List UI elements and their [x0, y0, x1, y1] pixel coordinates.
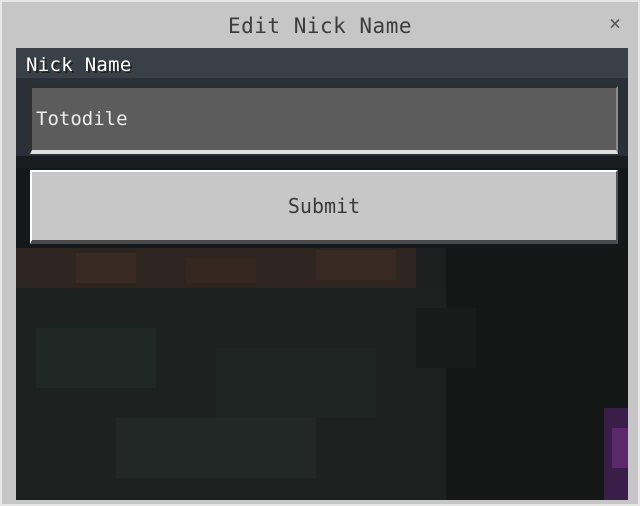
game-background: Nick Name Submit	[16, 48, 628, 500]
nick-name-field[interactable]	[30, 86, 618, 154]
edit-nickname-dialog: Edit Nick Name × Nick Name Totodile Subm…	[0, 0, 640, 506]
dialog-titlebar: Edit Nick Name ×	[2, 2, 638, 48]
dialog-title: Edit Nick Name	[227, 14, 412, 38]
nick-name-input[interactable]	[36, 88, 596, 150]
close-icon[interactable]: ×	[604, 12, 626, 34]
nick-name-label: Nick Name	[26, 54, 132, 76]
submit-button[interactable]: Submit	[30, 170, 618, 244]
